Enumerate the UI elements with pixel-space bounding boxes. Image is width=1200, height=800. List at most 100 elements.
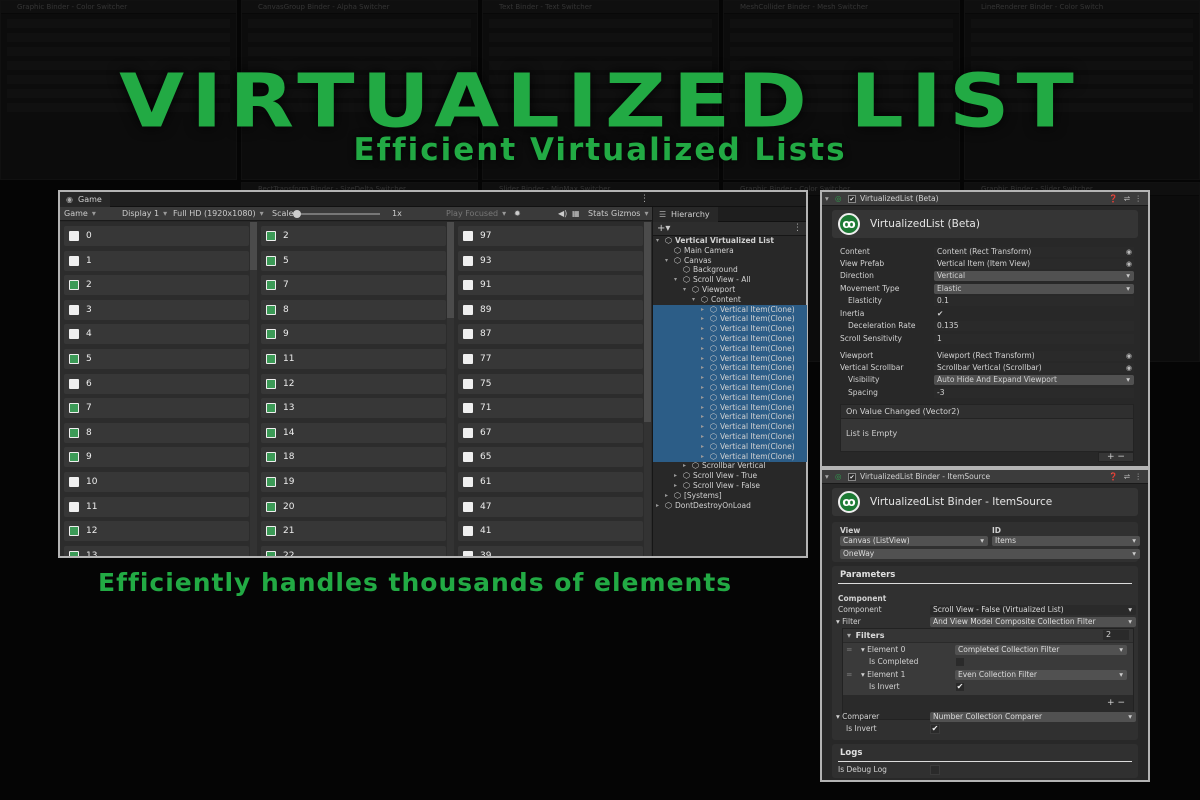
list-item[interactable]: 2 [64, 275, 249, 296]
item-checkbox[interactable] [266, 231, 276, 241]
gizmos-dropdown[interactable]: Gizmos [611, 207, 649, 221]
binding-mode-dropdown[interactable]: OneWay [840, 549, 1140, 559]
scrollbar-false[interactable] [644, 222, 651, 556]
add-icon[interactable]: +▾ [657, 222, 670, 235]
hierarchy-item[interactable]: ▸ ⬡ Vertical Item(Clone) [653, 363, 807, 374]
hierarchy-item[interactable]: ▸ ⬡ Scroll View - True [653, 471, 807, 481]
list-item[interactable]: 12 [64, 521, 249, 542]
context-menu-icon[interactable]: ⋮ [1135, 192, 1143, 206]
list-item[interactable]: 47 [458, 496, 643, 517]
property-value[interactable]: Scrollbar Vertical (Scrollbar) [934, 363, 1134, 373]
list-item[interactable]: 9 [261, 324, 446, 345]
item-checkbox[interactable] [69, 378, 79, 389]
foldout-arrow-icon[interactable]: ▾ [665, 256, 668, 266]
scrollbar-true[interactable] [447, 222, 454, 556]
hierarchy-item[interactable]: ▾ ⬡ Content [653, 295, 807, 305]
drag-handle-icon[interactable]: ═ [847, 645, 852, 655]
foldout-arrow-icon[interactable]: ▾ [674, 275, 677, 285]
audio-icon[interactable]: ◀) [558, 207, 567, 221]
item-checkbox[interactable] [463, 452, 473, 463]
list-item[interactable]: 6 [64, 373, 249, 394]
scale-slider[interactable] [293, 210, 380, 218]
scrollbar-thumb[interactable] [250, 222, 257, 270]
is-invert-checkbox[interactable]: ✔ [955, 682, 965, 692]
game-menu-icon[interactable]: ⋮ [640, 192, 649, 207]
list-item[interactable]: 7 [64, 398, 249, 419]
foldout-arrow-icon[interactable]: ▸ [701, 383, 704, 393]
hierarchy-item[interactable]: ▾ ⬡ Viewport [653, 285, 807, 295]
element1-foldout[interactable]: ▾ Element 1 [861, 670, 905, 680]
bug-icon[interactable]: ✹ [514, 207, 521, 221]
foldout-arrow-icon[interactable]: ▸ [701, 403, 704, 413]
list-item[interactable]: 1 [64, 250, 249, 271]
foldout-arrow-icon[interactable]: ▸ [701, 363, 704, 373]
list-item[interactable]: 7 [261, 275, 446, 296]
hierarchy-item[interactable]: ▾ ⬡ Scroll View - All [653, 275, 807, 285]
comparer-invert-checkbox[interactable]: ✔ [930, 724, 940, 734]
list-item[interactable]: 14 [261, 422, 446, 443]
tab-hierarchy[interactable]: ☰ Hierarchy [653, 207, 718, 222]
hierarchy-item[interactable]: ▸ ⬡ Vertical Item(Clone) [653, 402, 807, 413]
item-checkbox[interactable] [463, 280, 473, 291]
display-dropdown[interactable]: Display 1 [122, 207, 167, 221]
hierarchy-item[interactable]: ▸ ⬡ Vertical Item(Clone) [653, 324, 807, 335]
list-item[interactable]: 87 [458, 324, 643, 345]
comparer-dropdown[interactable]: Number Collection Comparer [930, 712, 1136, 722]
property-value[interactable]: Content (Rect Transform) [934, 247, 1134, 257]
hierarchy-item[interactable]: ▸ ⬡ Vertical Item(Clone) [653, 334, 807, 344]
hierarchy-item[interactable]: ▸ ⬡ [Systems] [653, 491, 807, 501]
item-checkbox[interactable] [266, 329, 276, 340]
item-checkbox[interactable] [463, 550, 473, 556]
item-checkbox[interactable] [69, 280, 79, 291]
list-item[interactable]: 39 [458, 545, 643, 556]
filters-count[interactable]: 2 [1103, 630, 1129, 640]
foldout-arrow-icon[interactable]: ▸ [701, 314, 704, 324]
foldout-arrow-icon[interactable]: ▸ [674, 471, 677, 481]
is-completed-checkbox[interactable] [955, 657, 965, 667]
item-checkbox[interactable] [463, 304, 473, 315]
item-checkbox[interactable] [266, 304, 276, 315]
component-field[interactable]: Scroll View - False (Virtualized List) [930, 605, 1136, 615]
help-icon[interactable]: ❓ [1109, 192, 1118, 206]
item-checkbox[interactable] [266, 255, 276, 266]
scrollbar-all[interactable] [250, 222, 257, 556]
list-item[interactable]: 75 [458, 373, 643, 394]
list-item[interactable]: 3 [64, 299, 249, 320]
foldout-arrow-icon[interactable]: ▸ [701, 334, 704, 344]
hierarchy-item[interactable]: ▸ ⬡ Vertical Item(Clone) [653, 304, 807, 315]
filter-dropdown[interactable]: And View Model Composite Collection Filt… [930, 617, 1136, 627]
hierarchy-item[interactable]: ▾ ⬡ Canvas [653, 256, 807, 266]
item-checkbox[interactable] [69, 550, 79, 556]
mode-dropdown[interactable]: Game [64, 207, 96, 221]
item-checkbox[interactable] [69, 231, 79, 241]
item-checkbox[interactable] [266, 427, 276, 438]
property-value[interactable]: -3 [934, 388, 1134, 398]
item-checkbox[interactable] [463, 427, 473, 438]
help-icon[interactable]: ❓ [1109, 470, 1118, 484]
item-checkbox[interactable] [463, 378, 473, 389]
filters-foldout-icon[interactable]: ▾ [847, 631, 851, 640]
list-item[interactable]: 5 [64, 349, 249, 369]
list-item[interactable]: 13 [64, 545, 249, 556]
list-item[interactable]: 0 [64, 226, 249, 246]
event-add-remove-buttons[interactable]: + − [1098, 452, 1134, 462]
hierarchy-item[interactable]: ▸ ⬡ Scrollbar Vertical [653, 461, 807, 471]
item-checkbox[interactable] [69, 304, 79, 315]
preset-icon[interactable]: ⇌ [1124, 470, 1130, 484]
foldout-arrow-icon[interactable]: ▾ [656, 236, 659, 246]
foldout-arrow-icon[interactable]: ▸ [701, 373, 704, 383]
list-item[interactable]: 22 [261, 545, 446, 556]
item-checkbox[interactable] [463, 501, 473, 512]
view-dropdown[interactable]: Canvas (ListView) [840, 536, 988, 546]
foldout-arrow-icon[interactable]: ▸ [674, 481, 677, 491]
element0-dropdown[interactable]: Completed Collection Filter [955, 645, 1127, 655]
component-header[interactable]: ▾ ◎ ✔ VirtualizedList (Beta) ❓ ⇌ ⋮ [822, 192, 1148, 206]
element1-dropdown[interactable]: Even Collection Filter [955, 670, 1127, 680]
hierarchy-item[interactable]: ⬡ Main Camera [653, 246, 807, 256]
list-item[interactable]: 11 [261, 349, 446, 369]
item-checkbox[interactable] [266, 452, 276, 463]
list-item[interactable]: 93 [458, 250, 643, 271]
item-checkbox[interactable] [69, 354, 79, 364]
item-checkbox[interactable] [69, 255, 79, 266]
item-checkbox[interactable] [463, 354, 473, 364]
